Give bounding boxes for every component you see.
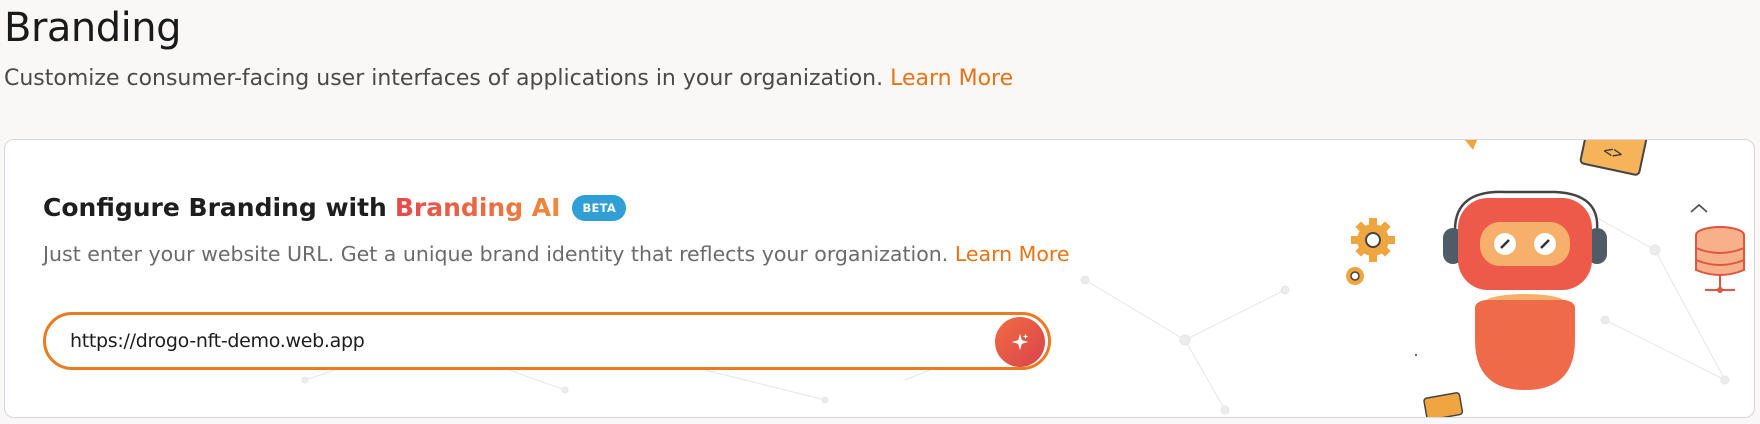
sparkle-icon [1011,333,1029,351]
card-title-prefix: Configure Branding with [43,193,387,222]
website-url-field[interactable] [43,312,1051,370]
card-title-accent: Branding AI [394,193,561,222]
card-learn-more-link[interactable]: Learn More [955,242,1070,266]
page-subtitle-text: Customize consumer-facing user interface… [4,66,884,91]
card-description-text: Just enter your website URL. Get a uniqu… [43,242,949,266]
generate-branding-button[interactable] [995,317,1045,367]
card-description: Just enter your website URL. Get a uniqu… [43,242,1069,266]
gear-icon [1346,218,1395,285]
page-subtitle: Customize consumer-facing user interface… [4,66,1013,91]
database-icon [1695,226,1745,293]
card-title: Configure Branding with Branding AI BETA [43,193,627,222]
code-icon: <> [1579,140,1648,176]
beta-badge: BETA [572,194,627,221]
learn-more-link[interactable]: Learn More [890,66,1013,91]
page-title: Branding [4,5,182,51]
website-url-input[interactable] [70,330,970,352]
robot-illustration: <> [1346,140,1745,417]
branding-ai-card: Configure Branding with Branding AI BETA… [4,139,1755,418]
svg-text:<>: <> [1602,141,1625,164]
